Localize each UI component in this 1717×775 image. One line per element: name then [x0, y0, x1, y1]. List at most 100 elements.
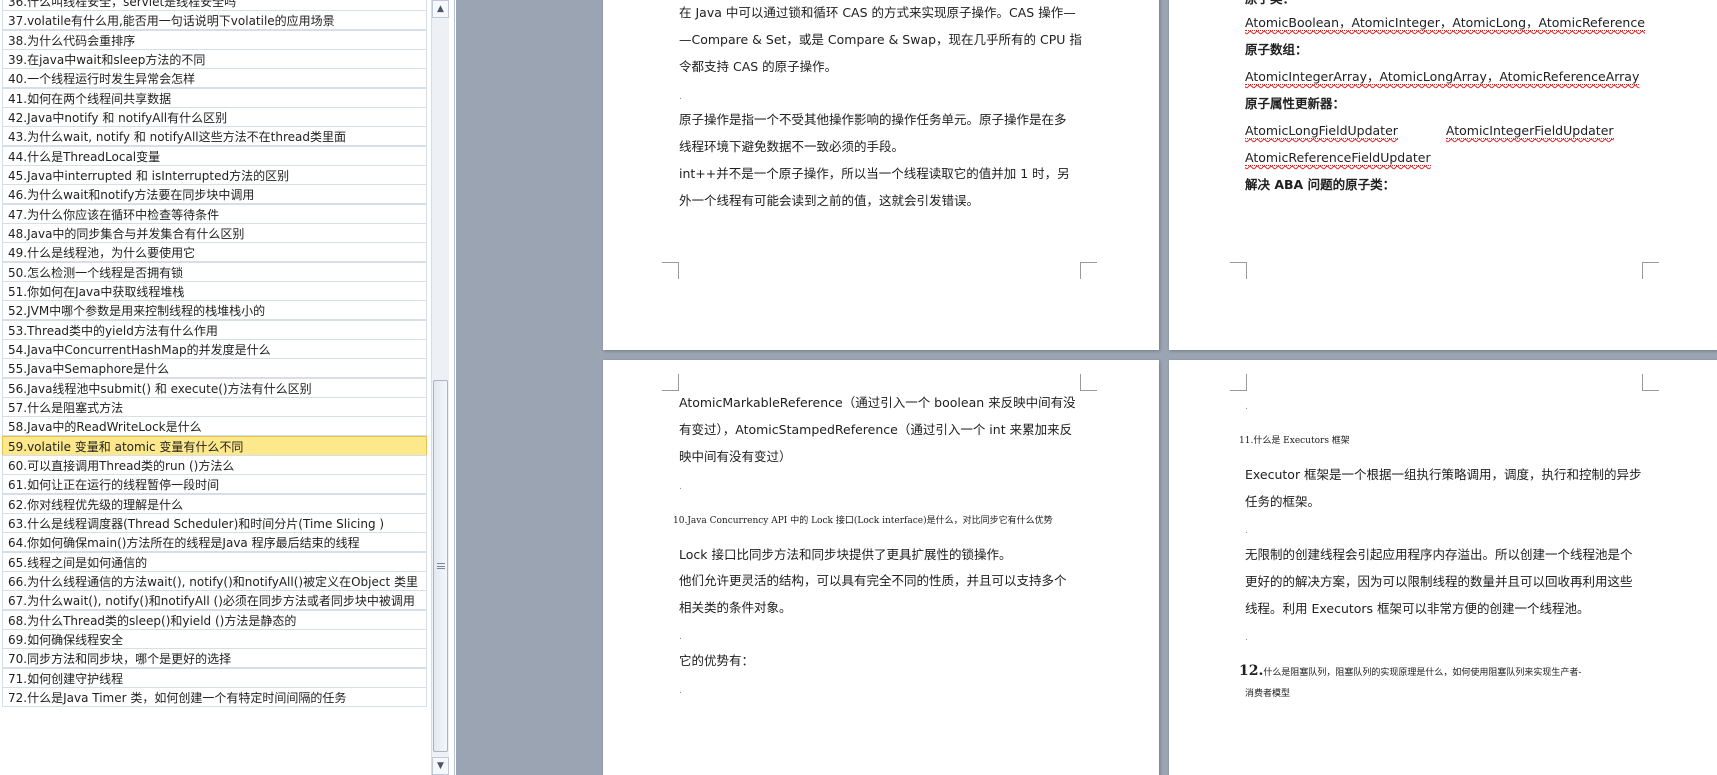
heading-list: 36.什么叫线程安全，servlet是线程安全吗 37.volatile有什么用,… [0, 0, 428, 775]
nav-heading-item[interactable]: 47.为什么你应该在循环中检查等待条件 [2, 203, 427, 224]
paragraph-line: 更好的的解决方案，因为可以限制线程的数量并且可以回收再利用这些 [1245, 574, 1633, 589]
class-name: AtomicIntegerFieldUpdater [1445, 123, 1614, 139]
nav-heading-item[interactable]: 43.为什么wait, notify 和 notifyAll这些方法不在thre… [2, 126, 427, 147]
class-list-line: AtomicBoolean，AtomicInteger，AtomicLong，A… [1245, 14, 1645, 32]
paragraph-line: 外一个线程有可能会读到之前的值，这就会引发错误。 [679, 193, 980, 208]
paragraph-mark: . [1245, 633, 1248, 643]
paragraph-line: Executor 框架是一个根据一组执行策略调用，调度，执行和控制的异步 [1245, 467, 1642, 482]
paragraph-line: 线程。利用 Executors 框架可以非常方便的创建一个线程池。 [1245, 601, 1590, 616]
nav-heading-item[interactable]: 42.Java中notify 和 notifyAll有什么区别 [2, 106, 427, 127]
crop-mark [1230, 262, 1247, 279]
class-list-line: AtomicLongFieldUpdater AtomicIntegerFiel… [1245, 122, 1614, 140]
nav-heading-item[interactable]: 54.Java中ConcurrentHashMap的并发度是什么 [2, 338, 427, 359]
nav-heading-item[interactable]: 63.什么是线程调度器(Thread Scheduler)和时间分片(Time … [2, 512, 427, 533]
paragraph-line: 他们允许更灵活的结构，可以具有完全不同的性质，并且可以支持多个 [679, 573, 1067, 588]
heading-atomic-classes: 原子类： [1245, 0, 1295, 8]
nav-heading-item[interactable]: 50.怎么检测一个线程是否拥有锁 [2, 261, 427, 282]
class-list-line: AtomicIntegerArray，AtomicLongArray，Atomi… [1245, 68, 1640, 86]
heading-aba: 解决 ABA 问题的原子类： [1245, 177, 1396, 192]
paragraph-mark: . [1245, 402, 1248, 412]
nav-heading-item[interactable]: 48.Java中的同步集合与并发集合有什么区别 [2, 222, 427, 243]
nav-heading-item[interactable]: 68.为什么Thread类的sleep()和yield ()方法是静态的 [2, 609, 427, 630]
nav-heading-item[interactable]: 37.volatile有什么用,能否用一句话说明下volatile的应用场景 [2, 10, 427, 31]
paragraph-line: —Compare & Set，或是 Compare & Swap，现在几乎所有的… [679, 32, 1082, 47]
scrollbar-thumb[interactable] [433, 380, 448, 752]
crop-mark [1642, 374, 1659, 391]
section-heading: 12.什么是阻塞队列，阻塞队列的实现原理是什么，如何使用阻塞队列来实现生产者- [1239, 662, 1581, 682]
paragraph-line: 无限制的创建线程会引起应用程序内存溢出。所以创建一个线程池是个 [1245, 547, 1633, 562]
nav-heading-item[interactable]: 38.为什么代码会重排序 [2, 29, 427, 50]
nav-heading-item[interactable]: 62.你对线程优先级的理解是什么 [2, 493, 427, 514]
nav-heading-item[interactable]: 66.为什么线程通信的方法wait(), notify()和notifyAll(… [2, 570, 427, 591]
paragraph-line: AtomicMarkableReference（通过引入一个 boolean 来… [679, 395, 1076, 410]
nav-heading-item[interactable]: 72.什么是Java Timer 类，如何创建一个有特定时间间隔的任务 [2, 686, 427, 707]
document-workspace[interactable]: 在 Java 中可以通过锁和循环 CAS 的方式来实现原子操作。CAS 操作— … [456, 0, 1717, 775]
grip-icon [437, 563, 445, 569]
nav-heading-item[interactable]: 56.Java线程池中submit() 和 execute()方法有什么区别 [2, 377, 427, 398]
paragraph-line: 线程环境下避免数据不一致必须的手段。 [679, 139, 905, 154]
heading-field-updater: 原子属性更新器： [1245, 96, 1346, 111]
paragraph-line: 有变过），AtomicStampedReference（通过引入一个 int 来… [679, 422, 1073, 437]
crop-mark [662, 262, 679, 279]
nav-heading-item[interactable]: 69.如何确保线程安全 [2, 628, 427, 649]
crop-mark [662, 374, 679, 391]
nav-heading-item[interactable]: 64.你如何确保main()方法所在的线程是Java 程序最后结束的线程 [2, 532, 427, 553]
paragraph-line: Lock 接口比同步方法和同步块提供了更具扩展性的锁操作。 [679, 547, 1012, 562]
paragraph-line: 相关类的条件对象。 [679, 600, 792, 615]
class-list-text: AtomicBoolean，AtomicInteger，AtomicLong，A… [1245, 15, 1645, 31]
nav-heading-item[interactable]: 41.如何在两个线程间共享数据 [2, 87, 427, 108]
paragraph-mark: . [1245, 526, 1248, 536]
class-list-text: AtomicIntegerArray，AtomicLongArray，Atomi… [1245, 69, 1640, 85]
nav-heading-item[interactable]: 39.在java中wait和sleep方法的不同 [2, 48, 427, 69]
document-page[interactable]: AtomicMarkableReference（通过引入一个 boolean 来… [603, 360, 1159, 775]
nav-heading-item[interactable]: 44.什么是ThreadLocal变量 [2, 145, 427, 166]
heading-atomic-array: 原子数组： [1245, 42, 1308, 57]
paragraph-mark: . [679, 686, 682, 696]
paragraph-mark: . [679, 632, 682, 642]
nav-scrollbar[interactable]: ▲ ▼ [431, 0, 449, 775]
nav-heading-item[interactable]: 49.什么是线程池，为什么要使用它 [2, 242, 427, 263]
scroll-up-arrow-icon[interactable]: ▲ [432, 0, 449, 18]
paragraph-mark: . [679, 92, 682, 102]
nav-heading-item[interactable]: 52.JVM中哪个参数是用来控制线程的栈堆栈小的 [2, 300, 427, 321]
navigation-pane: 36.什么叫线程安全，servlet是线程安全吗 37.volatile有什么用,… [0, 0, 455, 775]
nav-heading-item[interactable]: 57.什么是阻塞式方法 [2, 396, 427, 417]
nav-heading-item[interactable]: 65.线程之间是如何通信的 [2, 551, 427, 572]
document-page[interactable]: . 11.什么是 Executors 框架 Executor 框架是一个根据一组… [1169, 360, 1717, 775]
paragraph-line: 它的优势有： [679, 653, 755, 668]
nav-heading-item[interactable]: 71.如何创建守护线程 [2, 667, 427, 688]
nav-heading-item[interactable]: 67.为什么wait(), notify()和notifyAll ()必须在同步… [2, 590, 427, 611]
nav-heading-item[interactable]: 53.Thread类中的yield方法有什么作用 [2, 319, 427, 340]
nav-heading-item[interactable]: 51.你如何在Java中获取线程堆栈 [2, 280, 427, 301]
crop-mark [1642, 262, 1659, 279]
crop-mark [1230, 374, 1247, 391]
paragraph-mark: . [679, 482, 682, 492]
crop-mark [1080, 262, 1097, 279]
section-title: 什么是阻塞队列，阻塞队列的实现原理是什么，如何使用阻塞队列来实现生产者- [1263, 668, 1582, 678]
paragraph-line: 令都支持 CAS 的原子操作。 [679, 59, 838, 74]
nav-heading-item[interactable]: 46.为什么wait和notify方法要在同步块中调用 [2, 184, 427, 205]
nav-heading-item[interactable]: 61.如何让正在运行的线程暂停一段时间 [2, 474, 427, 495]
class-name: AtomicReferenceFieldUpdater [1245, 150, 1431, 166]
crop-mark [1080, 374, 1097, 391]
document-page[interactable]: 在 Java 中可以通过锁和循环 CAS 的方式来实现原子操作。CAS 操作— … [603, 0, 1159, 350]
paragraph-line: int++并不是一个原子操作，所以当一个线程读取它的值并加 1 时，另 [679, 166, 1070, 181]
nav-heading-item[interactable]: 60.可以直接调用Thread类的run ()方法么 [2, 454, 427, 475]
paragraph-line: 在 Java 中可以通过锁和循环 CAS 的方式来实现原子操作。CAS 操作— [679, 5, 1076, 20]
document-page[interactable]: 原子类： AtomicBoolean，AtomicInteger，AtomicL… [1169, 0, 1717, 350]
nav-heading-item[interactable]: 59.volatile 变量和 atomic 变量有什么不同 [2, 435, 427, 456]
nav-heading-item[interactable]: 45.Java中interrupted 和 isInterrupted方法的区别 [2, 164, 427, 185]
scroll-down-arrow-icon[interactable]: ▼ [432, 757, 449, 775]
paragraph-line: 原子操作是指一个不受其他操作影响的操作任务单元。原子操作是在多 [679, 112, 1067, 127]
paragraph-line: 映中间有没有变过） [679, 449, 792, 464]
section-number: 12. [1239, 663, 1264, 679]
section-heading: 10.Java Concurrency API 中的 Lock 接口(Lock … [673, 516, 1053, 526]
nav-heading-item[interactable]: 58.Java中的ReadWriteLock是什么 [2, 416, 427, 437]
section-heading-cont: 消费者模型 [1245, 689, 1291, 699]
section-heading: 11.什么是 Executors 框架 [1239, 436, 1350, 446]
nav-heading-item[interactable]: 70.同步方法和同步块，哪个是更好的选择 [2, 648, 427, 669]
nav-heading-item[interactable]: 40.一个线程运行时发生异常会怎样 [2, 68, 427, 89]
class-list-line: AtomicReferenceFieldUpdater [1245, 149, 1431, 167]
nav-heading-item[interactable]: 55.Java中Semaphore是什么 [2, 358, 427, 379]
class-name: AtomicLongFieldUpdater [1245, 123, 1398, 139]
